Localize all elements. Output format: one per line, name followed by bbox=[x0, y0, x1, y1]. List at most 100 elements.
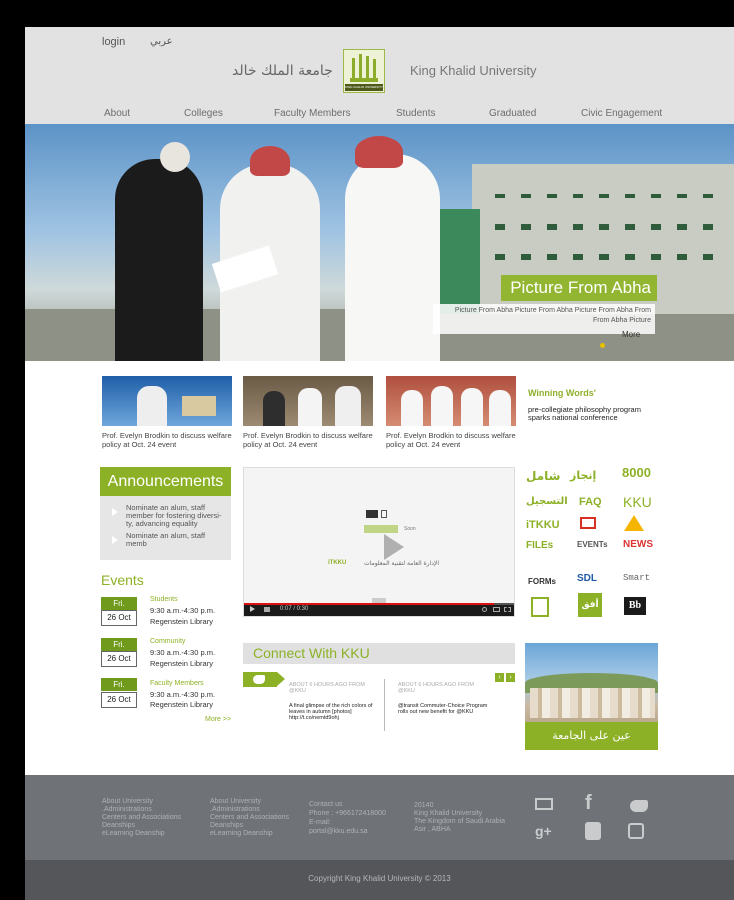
event-category[interactable]: Students bbox=[150, 596, 178, 603]
volume-icon[interactable] bbox=[264, 607, 270, 612]
nav-faculty-members[interactable]: Faculty Members bbox=[274, 108, 351, 119]
event-category[interactable]: Community bbox=[150, 638, 185, 645]
campus-photo[interactable]: عين على الجامعة bbox=[525, 643, 658, 750]
login-link[interactable]: login bbox=[102, 36, 125, 48]
events-more-link[interactable]: More >> bbox=[205, 716, 231, 723]
facebook-icon[interactable]: f bbox=[585, 792, 592, 815]
announcement-item[interactable]: Nominate an alum, staff member for foste… bbox=[126, 504, 226, 528]
nav-students[interactable]: Students bbox=[396, 108, 435, 119]
monitor-icon bbox=[366, 510, 378, 518]
news-caption[interactable]: Prof. Evelyn Brodkin to discuss welfare … bbox=[243, 431, 373, 449]
video-overlay-title: الإدارة العامة لتقنية المعلومات bbox=[364, 560, 439, 567]
video-controls: 0:07 / 0:30 bbox=[244, 603, 514, 616]
footer-link[interactable]: Deanships bbox=[210, 822, 289, 830]
event-time: 9:30 a.m.-4:30 p.m. bbox=[150, 648, 216, 657]
nav-about[interactable]: About bbox=[104, 108, 130, 119]
news-thumbnail[interactable] bbox=[386, 376, 516, 426]
footer-link[interactable]: Centers and Associations bbox=[210, 814, 289, 822]
tweet-text[interactable]: A final glimpse of the rich colors of le… bbox=[289, 703, 379, 721]
arrow-right-icon bbox=[112, 536, 118, 544]
next-tweet-button[interactable]: › bbox=[506, 673, 515, 682]
footer-links-col2: About University .Administrations Center… bbox=[210, 798, 289, 838]
hero-person-head bbox=[160, 142, 190, 172]
campus-eye-label[interactable]: عين على الجامعة bbox=[525, 722, 658, 750]
video-time: 0:07 / 0:30 bbox=[280, 606, 309, 612]
contact-heading: Contact us bbox=[309, 801, 343, 808]
footer-link[interactable]: .Administrations bbox=[102, 806, 181, 814]
hero-slider[interactable]: Picture From Abha Picture From Abha Pict… bbox=[25, 124, 734, 361]
kku-service-icon[interactable]: KKU bbox=[623, 494, 652, 510]
video-player[interactable]: Soon iTKKU الإدارة العامة لتقنية المعلوم… bbox=[243, 467, 515, 617]
main-navigation: About Colleges Faculty Members Students … bbox=[25, 108, 734, 124]
event-place: Regenstein Library bbox=[150, 659, 213, 668]
footer-link[interactable]: About University bbox=[210, 798, 289, 806]
forms-service-icon[interactable]: FORMs bbox=[528, 577, 556, 586]
event-day: Fri. bbox=[101, 597, 137, 610]
itkku-watermark: iTKKU bbox=[328, 560, 347, 566]
hero-red-headscarf bbox=[250, 146, 290, 176]
itkku-service-icon[interactable]: iTKKU bbox=[526, 519, 560, 531]
contact-email[interactable]: portal@kku.edu.sa bbox=[309, 827, 386, 836]
hero-window-row bbox=[495, 224, 715, 230]
arabic-language-link[interactable]: عربي bbox=[150, 36, 173, 47]
winning-words-title[interactable]: Winning Words' bbox=[528, 388, 596, 398]
google-plus-icon[interactable]: g+ bbox=[535, 823, 552, 839]
winning-words-text[interactable]: pre-collegiate philosophy program sparks… bbox=[528, 406, 658, 422]
hero-more-link[interactable]: More bbox=[622, 330, 640, 339]
app-service-icon[interactable] bbox=[531, 597, 549, 617]
announcement-item[interactable]: Nominate an alum, staff memb bbox=[126, 532, 226, 548]
event-date: 26 Oct bbox=[101, 651, 137, 667]
video-kku-mark bbox=[364, 525, 398, 533]
footer-link[interactable]: eLearning Deanship bbox=[102, 830, 181, 838]
previous-tweet-button[interactable]: ‹ bbox=[495, 673, 504, 682]
youtube-icon[interactable] bbox=[585, 822, 601, 840]
smart-service-icon[interactable]: Smart bbox=[623, 573, 650, 583]
registration-service-icon[interactable]: التسجيل bbox=[526, 496, 568, 507]
ofoq-service-icon[interactable]: أفق bbox=[578, 593, 602, 617]
footer-link[interactable]: Centers and Associations bbox=[102, 814, 181, 822]
nav-civic-engagement[interactable]: Civic Engagement bbox=[581, 108, 662, 119]
8000-service-icon[interactable]: 8000 bbox=[622, 465, 651, 480]
tweet-text[interactable]: @transit Commuter-Choice Program rolls o… bbox=[398, 703, 488, 715]
injaz-service-icon[interactable]: إنجاز bbox=[570, 469, 596, 482]
event-category[interactable]: Faculty Members bbox=[150, 680, 204, 687]
files-service-icon[interactable]: FILEs bbox=[526, 540, 553, 551]
news-thumbnail[interactable] bbox=[243, 376, 373, 426]
contact-email-label: E-mail: bbox=[309, 819, 331, 826]
shamel-service-icon[interactable]: شامل bbox=[526, 469, 560, 483]
twitter-icon[interactable] bbox=[243, 672, 285, 687]
footer-link[interactable]: .Administrations bbox=[210, 806, 289, 814]
footer-link[interactable]: Deanships bbox=[102, 822, 181, 830]
gmail-icon[interactable] bbox=[580, 517, 596, 529]
copyright-text: Copyright King Khalid University © 2013 bbox=[308, 874, 451, 883]
news-caption[interactable]: Prof. Evelyn Brodkin to discuss welfare … bbox=[102, 431, 232, 449]
fullscreen-icon[interactable] bbox=[504, 607, 511, 612]
site-header: login عربي جامعة الملك خالد KING KHALID … bbox=[25, 27, 734, 124]
university-emblem-icon[interactable]: KING KHALID UNIVERSITY bbox=[343, 49, 385, 93]
video-progress-bar[interactable] bbox=[244, 603, 514, 605]
sdl-service-icon[interactable]: SDL bbox=[577, 573, 597, 584]
footer-link[interactable]: About University bbox=[102, 798, 181, 806]
footer-link[interactable]: eLearning Deanship bbox=[210, 830, 289, 838]
event-day: Fri. bbox=[101, 638, 137, 651]
nav-graduated[interactable]: Graduated bbox=[489, 108, 536, 119]
news-thumbnail[interactable] bbox=[102, 376, 232, 426]
footer-links-col1: About University .Administrations Center… bbox=[102, 798, 181, 838]
google-drive-icon[interactable] bbox=[624, 515, 644, 531]
instagram-icon[interactable] bbox=[628, 823, 644, 839]
miniplayer-icon[interactable] bbox=[493, 607, 500, 612]
news-service-icon[interactable]: NEWS bbox=[623, 539, 653, 550]
settings-icon[interactable] bbox=[482, 607, 487, 612]
email-icon[interactable] bbox=[535, 798, 553, 810]
play-icon[interactable] bbox=[250, 606, 255, 612]
faq-icon[interactable]: FAQ bbox=[579, 496, 602, 508]
events-service-icon[interactable]: EVENTs bbox=[577, 540, 608, 549]
hero-person-white-robe bbox=[345, 154, 440, 361]
announcements-list: Nominate an alum, staff member for foste… bbox=[100, 496, 231, 560]
play-icon[interactable] bbox=[384, 534, 404, 560]
slider-dot[interactable] bbox=[600, 343, 605, 348]
news-caption[interactable]: Prof. Evelyn Brodkin to discuss welfare … bbox=[386, 431, 516, 449]
twitter-footer-icon[interactable] bbox=[630, 800, 648, 812]
blackboard-icon[interactable]: Bb bbox=[624, 597, 646, 615]
nav-colleges[interactable]: Colleges bbox=[184, 108, 223, 119]
